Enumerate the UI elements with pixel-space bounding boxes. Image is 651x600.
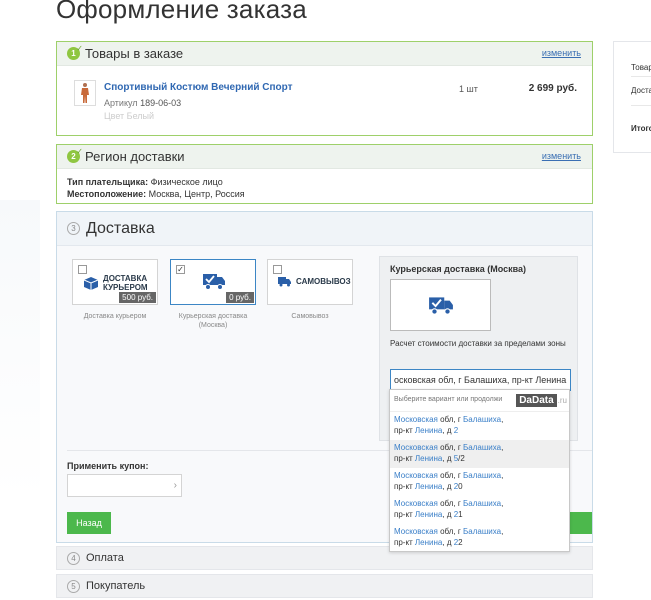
product-price: 2 699 руб. xyxy=(528,83,577,94)
payment-title: Оплата xyxy=(86,552,124,564)
truck-icon xyxy=(278,277,291,287)
summary-products-label: Товары xyxy=(631,63,651,72)
suggestion-item[interactable]: Московская обл, г Балашиха, пр-кт Ленина… xyxy=(390,468,569,496)
delivery-option-courier[interactable]: ДОСТАВКА КУРЬЕРОМ 500 руб. xyxy=(72,259,158,305)
order-summary-sidebar: Товары Доставка Итого xyxy=(613,41,651,153)
buyer-section[interactable]: 5 Покупатель xyxy=(56,574,593,598)
suggestion-item[interactable]: Московская обл, г Балашиха, пр-кт Ленина… xyxy=(390,440,569,468)
buyer-title: Покупатель xyxy=(86,580,146,592)
region-title: Регион доставки xyxy=(85,149,185,164)
suggestion-item[interactable]: Московская обл, г Балашиха, пр-кт Ленина… xyxy=(390,496,569,524)
delivery-option-pickup[interactable]: САМОВЫВОЗ xyxy=(267,259,353,305)
region-edit-link[interactable]: изменить xyxy=(542,151,581,161)
address-input[interactable] xyxy=(390,369,571,391)
background-shape xyxy=(0,200,40,500)
coupon-input[interactable]: › xyxy=(67,474,182,497)
option-price: 0 руб. xyxy=(226,292,254,303)
suggestion-item[interactable]: Московская обл, г Балашиха, пр-кт Ленина… xyxy=(390,524,569,551)
dadata-logo: DaData .ru xyxy=(516,394,567,407)
product-article: Артикул 189-06-03 xyxy=(104,98,182,108)
truck-check-icon xyxy=(203,274,225,290)
region-details: Тип плательщика: Физическое лицо Местопо… xyxy=(57,169,592,200)
products-edit-link[interactable]: изменить xyxy=(542,48,581,58)
step-number-icon: 4 xyxy=(67,551,80,565)
delivery-option-courier-moscow[interactable]: ✓ 0 руб. xyxy=(170,259,256,305)
truck-check-icon xyxy=(428,297,453,315)
step-done-icon: 2 ✓ xyxy=(67,147,83,163)
option-caption: Курьерская доставка (Москва) xyxy=(178,313,248,329)
courier-panel-title: Курьерская доставка (Москва) xyxy=(390,264,527,274)
step-number-icon: 5 xyxy=(67,579,80,593)
option-caption: Самовывоз xyxy=(291,313,329,320)
product-name[interactable]: Спортивный Костюм Вечерний Спорт xyxy=(104,82,293,93)
product-row: Спортивный Костюм Вечерний Спорт Артикул… xyxy=(57,66,592,136)
products-title: Товары в заказе xyxy=(85,46,184,61)
summary-total-label: Итого xyxy=(631,124,651,133)
product-quantity: 1 шт xyxy=(459,84,478,94)
products-header: 1 ✓ Товары в заказе изменить xyxy=(57,42,592,66)
product-thumbnail[interactable] xyxy=(74,80,96,106)
suggestions-hint: Выберите вариант или продолжи DaData .ru xyxy=(390,390,569,412)
region-section: 2 ✓ Регион доставки изменить Тип плательщ… xyxy=(56,144,593,204)
products-section: 1 ✓ Товары в заказе изменить Спортивный К… xyxy=(56,41,593,136)
option-checkbox[interactable]: ✓ xyxy=(176,265,185,274)
courier-panel-logo xyxy=(390,279,491,331)
region-header: 2 ✓ Регион доставки изменить xyxy=(57,145,592,169)
payer-type: Тип плательщика: Физическое лицо xyxy=(67,177,223,187)
address-suggestions-dropdown: Выберите вариант или продолжи DaData .ru … xyxy=(389,389,570,552)
divider xyxy=(631,105,651,106)
next-button[interactable] xyxy=(570,512,592,534)
step-done-icon: 1 ✓ xyxy=(67,44,83,60)
coupon-label: Применить купон: xyxy=(67,461,149,471)
truck-logo xyxy=(202,271,226,291)
option-price: 500 руб. xyxy=(119,292,156,303)
summary-delivery-label: Доставка xyxy=(631,86,651,95)
back-button[interactable]: Назад xyxy=(67,512,111,534)
step-number-icon: 3 xyxy=(67,222,80,235)
option-checkbox[interactable] xyxy=(273,265,282,274)
delivery-title: Доставка xyxy=(86,219,155,237)
courier-logo: ДОСТАВКА КУРЬЕРОМ xyxy=(83,274,151,292)
divider xyxy=(631,76,651,77)
suggestion-item[interactable]: Московская обл, г Балашиха, пр-кт Ленина… xyxy=(390,412,569,440)
product-color: Цвет Белый xyxy=(104,111,155,121)
location: Местоположение: Москва, Центр, Россия xyxy=(67,189,245,199)
page-title: Оформление заказа xyxy=(56,0,307,24)
delivery-header: 3 Доставка xyxy=(57,212,592,246)
option-checkbox[interactable] xyxy=(78,265,87,274)
option-caption: Доставка курьером xyxy=(83,313,147,320)
pickup-logo: САМОВЫВОЗ xyxy=(278,276,351,287)
box-icon xyxy=(83,277,99,290)
courier-description: Расчет стоимости доставки за пределами з… xyxy=(390,339,566,348)
chevron-right-icon[interactable]: › xyxy=(174,480,177,491)
